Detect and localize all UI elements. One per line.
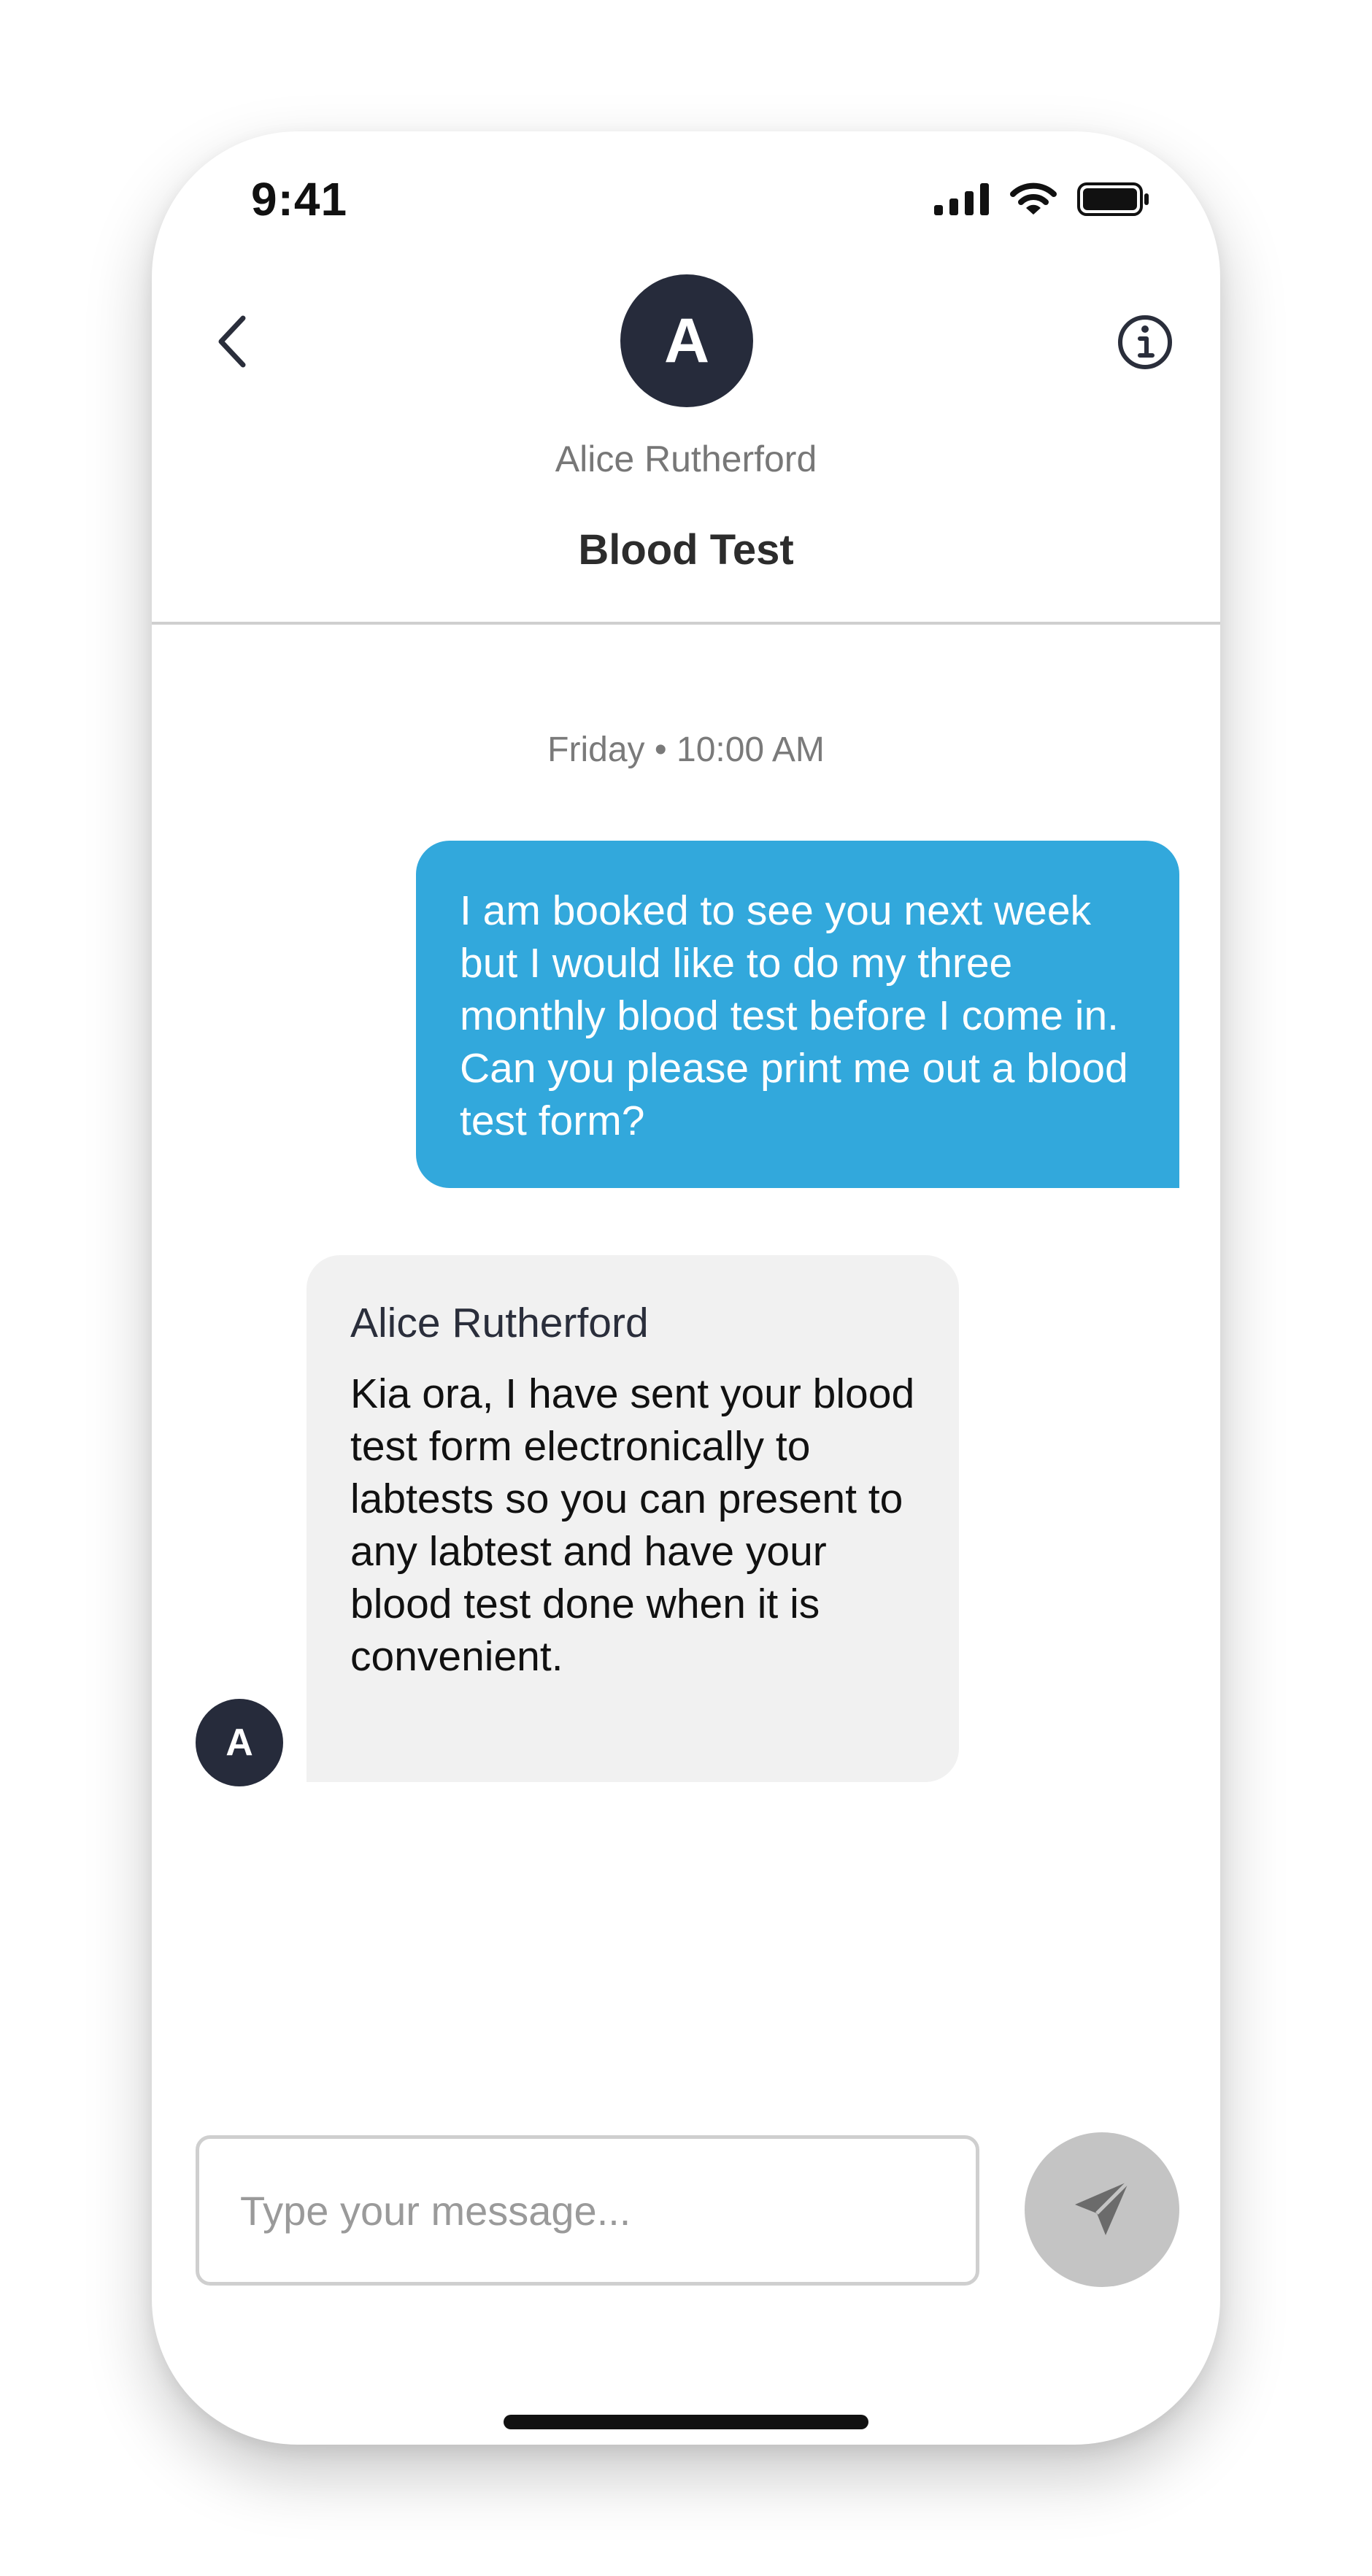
send-paper-plane-icon <box>1069 2175 1135 2245</box>
signal-icon <box>934 183 990 219</box>
incoming-message-sender: Alice Rutherford <box>350 1300 649 1346</box>
header-divider <box>152 622 1220 625</box>
battery-icon <box>1077 182 1150 220</box>
wifi-icon <box>1010 182 1057 220</box>
info-circle-icon <box>1116 313 1174 375</box>
outgoing-message-bubble[interactable]: I am booked to see you next week but I w… <box>416 841 1179 1188</box>
send-button[interactable] <box>1025 2132 1179 2287</box>
incoming-message-bubble[interactable]: Alice Rutherford Kia ora, I have sent yo… <box>307 1255 959 1782</box>
back-button[interactable] <box>196 306 269 379</box>
contact-name: Alice Rutherford <box>555 439 817 479</box>
status-time: 9:41 <box>251 173 348 225</box>
info-button[interactable] <box>1105 304 1185 384</box>
chevron-left-icon <box>214 312 250 374</box>
message-date-label: Friday • 10:00 AM <box>547 730 825 769</box>
contact-avatar[interactable]: A <box>620 274 753 407</box>
home-indicator[interactable] <box>504 2415 868 2429</box>
phone-frame: 9:41 A Alice Rutherford Blood Test Frida… <box>152 131 1220 2445</box>
incoming-message-text: Kia ora, I have sent your blood test for… <box>350 1370 915 1680</box>
conversation-title: Blood Test <box>578 526 794 574</box>
sender-avatar: A <box>196 1699 283 1786</box>
message-input[interactable] <box>196 2135 979 2286</box>
outgoing-message-text: I am booked to see you next week but I w… <box>460 887 1128 1144</box>
status-icons <box>934 182 1150 220</box>
